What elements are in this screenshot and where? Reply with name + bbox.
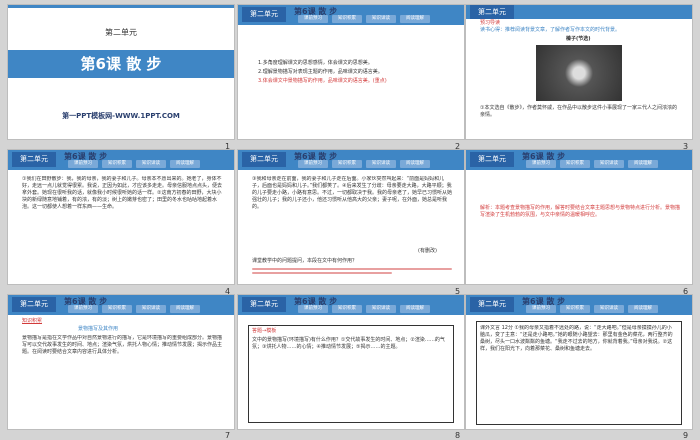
nav-button[interactable]: 课前预习 (526, 305, 556, 313)
nav-button[interactable]: 知识积累 (332, 15, 362, 23)
source-note: (有删改) (418, 248, 437, 254)
nav-button[interactable]: 知识详读 (136, 160, 166, 168)
nav-button[interactable]: 课前预习 (68, 160, 98, 168)
unit-tab: 第二单元 (470, 5, 514, 19)
template-box: 答题→模板 文中的景物描写(环境描写)有什么作用？①交代故事发生的时间、地点；②… (248, 325, 454, 423)
header-bar: 第二单元 第6课 散 步 课前预习 知识积累 知识详读 阅读理解 (238, 150, 464, 170)
header-bar: 第二单元 第6课 散 步 课前预习 知识积累 知识详读 阅读理解 (8, 295, 234, 315)
unit-tab: 第二单元 (470, 152, 514, 167)
box-title: 答题→模板 (252, 328, 277, 334)
slide-thumbnail-5[interactable]: 第二单元 第6课 散 步 课前预习 知识积累 知识详读 阅读理解 ③我和母亲走在… (238, 150, 464, 284)
body-text: ①本文选自《散步》，作者莫怀戚，在作品中以散步这件小事展现了一家三代人之间浓浓的… (480, 105, 677, 118)
slide-number: 9 (683, 431, 689, 440)
body-text: 景物描写是指在文学作品中对自然景物进行的描写，它是环境描写的重要组成部分。景物描… (22, 335, 222, 355)
question-text: 课堂教学中的问题提问，本段在文中有何作用？ (252, 258, 358, 264)
lesson-title: 第6课 散 步 (80, 55, 162, 73)
section-tag: 知识积累 (22, 318, 43, 324)
slide-thumbnail-8[interactable]: 第二单元 第6课 散 步 课前预习 知识积累 知识详读 阅读理解 答题→模板 文… (238, 295, 464, 429)
nav-button[interactable]: 知识积累 (102, 160, 132, 168)
caption: 榛子(节选) (566, 36, 591, 42)
slide-thumbnail-6[interactable]: 第二单元 第6课 散 步 课前预习 知识积累 知识详读 阅读理解 解析：本题考查… (466, 150, 692, 284)
nav-button[interactable]: 阅读理解 (170, 160, 200, 168)
header-bar: 第二单元 第6课 散 步 课前预习 知识积累 知识详读 阅读理解 (466, 295, 692, 315)
unit-tab: 第二单元 (242, 7, 286, 22)
nav-button[interactable]: 知识详读 (594, 305, 624, 313)
passage-text: 课外文言 12分 ①我的母亲又指着不远处的路，说：“走大路吧。”但是母亲摸摸孙儿… (480, 325, 673, 352)
section-tag: 预习导读 (480, 20, 501, 26)
header-bar: 第二单元 第6课 散 步 课前预习 知识积累 知识详读 阅读理解 (238, 5, 464, 25)
passage-text: ③我和母亲走在前面，我的妻子和儿子走在后面。小家伙突然叫起来：“前面是妈妈和儿子… (252, 176, 452, 210)
slide-thumbnail-4[interactable]: 第二单元 第6课 散 步 课前预习 知识积累 知识详读 阅读理解 ①我们在田野散… (8, 150, 234, 284)
nav-button[interactable]: 知识积累 (560, 160, 590, 168)
nav-button[interactable]: 知识详读 (366, 160, 396, 168)
slide-thumbnail-1[interactable]: 第二单元 第6课 散 步 第一PPT模板网-WWW.1PPT.COM (8, 5, 234, 139)
header-bar: 第二单元 第6课 散 步 课前预习 知识积累 知识详读 阅读理解 (238, 295, 464, 315)
goal-item: 3.体会课文中景物描写的作用，品味课文的语言美。(重点) (258, 78, 387, 84)
header-bar: 第二单元 (466, 5, 692, 19)
dandelion-image (536, 45, 622, 101)
nav-button[interactable]: 知识详读 (366, 305, 396, 313)
nav-button[interactable]: 知识详读 (594, 160, 624, 168)
header-bar: 第二单元 第6课 散 步 课前预习 知识积累 知识详读 阅读理解 (8, 150, 234, 170)
slide-thumbnail-3[interactable]: 第二单元 预习导读 读书心得：推荐阅读背景文章，了解作者写作本文的时代背景。 榛… (466, 5, 692, 139)
nav-button[interactable]: 阅读理解 (170, 305, 200, 313)
passage-box: 课外文言 12分 ①我的母亲又指着不远处的路，说：“走大路吧。”但是母亲摸摸孙儿… (476, 321, 682, 425)
nav-button[interactable]: 知识详读 (136, 305, 166, 313)
nav-button[interactable]: 课前预习 (68, 305, 98, 313)
passage-text: ①我们在田野散步：我，我的母亲，我的妻子和儿子。母亲本不愿出来的。她老了，身体不… (22, 176, 222, 210)
nav-button[interactable]: 课前预习 (298, 305, 328, 313)
slide-number: 7 (225, 431, 231, 440)
unit-tab: 第二单元 (12, 152, 56, 167)
unit-tab: 第二单元 (12, 297, 56, 312)
header-bar: 第二单元 第6课 散 步 课前预习 知识积累 知识详读 阅读理解 (466, 150, 692, 170)
slide-thumbnail-7[interactable]: 第二单元 第6课 散 步 课前预习 知识积累 知识详读 阅读理解 知识积累 景物… (8, 295, 234, 429)
nav-button[interactable]: 阅读理解 (400, 160, 430, 168)
answer-lines (252, 266, 452, 276)
goal-item: 1.多角度理解课文的思想感情，体会课文的思想美。 (258, 60, 373, 66)
slide-thumbnail-9[interactable]: 第二单元 第6课 散 步 课前预习 知识积累 知识详读 阅读理解 课外文言 12… (466, 295, 692, 429)
slide-thumbnail-2[interactable]: 第二单元 第6课 散 步 课前预习 知识积累 知识详读 阅读理解 1.多角度理解… (238, 5, 464, 139)
nav-button[interactable]: 阅读理解 (628, 305, 658, 313)
intro-text: 读书心得：推荐阅读背景文章，了解作者写作本文的时代背景。 (480, 27, 621, 33)
nav-button[interactable]: 知识积累 (102, 305, 132, 313)
nav-button[interactable]: 阅读理解 (400, 15, 430, 23)
top-bar (8, 5, 234, 8)
box-text: 文中的景物描写(环境描写)有什么作用？①交代故事发生的时间、地点；②渲染……的气… (252, 337, 445, 350)
nav-button[interactable]: 课前预习 (298, 160, 328, 168)
footer-text: 第一PPT模板网-WWW.1PPT.COM (62, 112, 180, 120)
nav-button[interactable]: 知识积累 (332, 160, 362, 168)
section-heading: 景物描写及其作用 (78, 326, 119, 332)
nav-button[interactable]: 课前预习 (298, 15, 328, 23)
nav-button[interactable]: 知识积累 (332, 305, 362, 313)
nav-button[interactable]: 知识详读 (366, 15, 396, 23)
nav-button[interactable]: 阅读理解 (400, 305, 430, 313)
slide-number: 8 (455, 431, 461, 440)
unit-label: 第二单元 (105, 28, 137, 37)
nav-button[interactable]: 课前预习 (526, 160, 556, 168)
unit-tab: 第二单元 (470, 297, 514, 312)
answer-text: 解析：本题考查景物描写的作用，解答时要结合文章主题思想与景物特点进行分析。景物描… (480, 205, 681, 218)
nav-button[interactable]: 知识积累 (560, 305, 590, 313)
goal-item: 2.理解景物描写对表现主题的作用，品味课文的语言美。 (258, 69, 383, 75)
nav-button[interactable]: 阅读理解 (628, 160, 658, 168)
unit-tab: 第二单元 (242, 297, 286, 312)
unit-tab: 第二单元 (242, 152, 286, 167)
title-bar: 第6课 散 步 (8, 50, 234, 78)
